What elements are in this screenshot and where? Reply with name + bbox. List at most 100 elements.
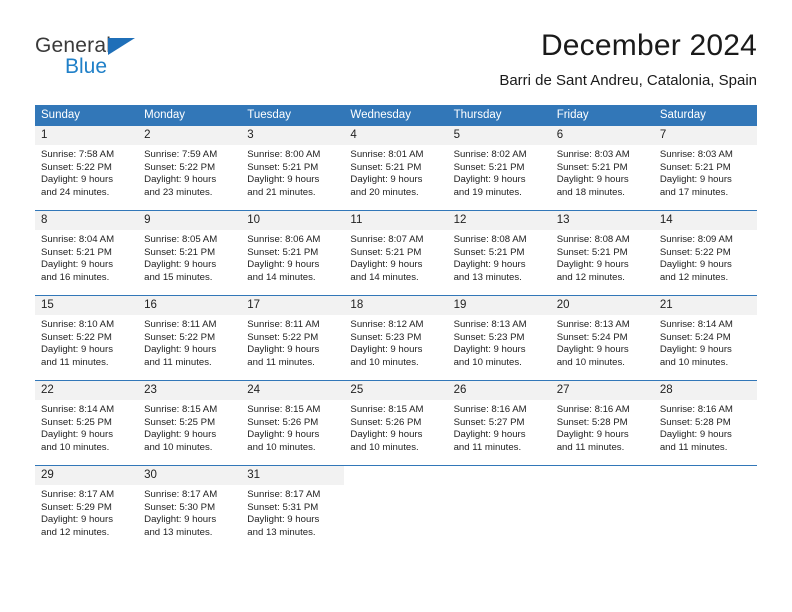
- calendar-day-cell[interactable]: 28 Sunrise: 8:16 AM Sunset: 5:28 PM Dayligh…: [653, 380, 757, 466]
- sunrise-text: Sunrise: 8:16 AM: [556, 404, 630, 415]
- daylight-line2-text: and 13 minutes.: [144, 526, 213, 538]
- calendar-day-cell[interactable]: 31 Sunrise: 8:17 AM Sunset: 5:31 PM Dayligh…: [241, 465, 345, 550]
- sunrise-text: Sunrise: 7:58 AM: [41, 149, 115, 160]
- calendar-day-cell[interactable]: 30 Sunrise: 8:17 AM Sunset: 5:30 PM Dayligh…: [138, 465, 242, 550]
- calendar-day-cell[interactable]: 20 Sunrise: 8:13 AM Sunset: 5:24 PM Dayligh…: [550, 295, 654, 381]
- calendar-page: General Blue December 2024 Barri de Sant…: [0, 0, 792, 612]
- calendar-day-cell[interactable]: 14 Sunrise: 8:09 AM Sunset: 5:22 PM Dayligh…: [653, 210, 757, 296]
- general-blue-logo[interactable]: General Blue: [35, 34, 215, 90]
- calendar-day-cell[interactable]: 21 Sunrise: 8:14 AM Sunset: 5:24 PM Dayligh…: [653, 295, 757, 381]
- sunrise-text: Sunrise: 8:11 AM: [144, 319, 217, 330]
- daylight-line2-text: and 10 minutes.: [453, 356, 522, 368]
- sunset-text: Sunset: 5:23 PM: [453, 331, 525, 343]
- calendar-day-cell[interactable]: 25 Sunrise: 8:15 AM Sunset: 5:26 PM Dayligh…: [344, 380, 448, 466]
- calendar-day-cell[interactable]: 27 Sunrise: 8:16 AM Sunset: 5:28 PM Dayligh…: [550, 380, 654, 466]
- day-cell-content: 5 Sunrise: 8:02 AM Sunset: 5:21 PM Daylight…: [447, 126, 551, 210]
- day-number: 31: [241, 466, 345, 485]
- day-cell-content: 25 Sunrise: 8:15 AM Sunset: 5:26 PM Dayligh…: [344, 381, 448, 465]
- day-cell-content: 18 Sunrise: 8:12 AM Sunset: 5:23 PM Dayligh…: [344, 296, 448, 380]
- daylight-line1-text: Daylight: 9 hours: [659, 174, 732, 186]
- sunset-text: Sunset: 5:26 PM: [247, 416, 319, 428]
- sunrise-text: Sunrise: 8:13 AM: [556, 319, 630, 330]
- daylight-line1-text: Daylight: 9 hours: [144, 259, 217, 271]
- calendar-day-cell[interactable]: 24 Sunrise: 8:15 AM Sunset: 5:26 PM Dayligh…: [241, 380, 345, 466]
- daylight-line1-text: Daylight: 9 hours: [350, 429, 423, 441]
- calendar-day-cell[interactable]: 13 Sunrise: 8:08 AM Sunset: 5:21 PM Dayligh…: [550, 210, 654, 296]
- day-details: Sunrise: 8:03 AM Sunset: 5:21 PM Daylight:…: [551, 145, 654, 199]
- day-details: Sunrise: 8:00 AM Sunset: 5:21 PM Daylight:…: [241, 145, 344, 199]
- day-details: Sunrise: 8:16 AM Sunset: 5:28 PM Daylight:…: [551, 400, 654, 454]
- day-number: 29: [35, 466, 139, 485]
- sunrise-text: Sunrise: 8:17 AM: [247, 489, 321, 500]
- page-header: General Blue December 2024 Barri de Sant…: [35, 28, 757, 98]
- calendar-day-cell[interactable]: 15 Sunrise: 8:10 AM Sunset: 5:22 PM Dayligh…: [35, 295, 139, 381]
- sunrise-text: Sunrise: 8:02 AM: [453, 149, 527, 160]
- calendar-header-row: Sunday Monday Tuesday Wednesday Thursday…: [35, 105, 757, 126]
- calendar-day-cell[interactable]: 12 Sunrise: 8:08 AM Sunset: 5:21 PM Dayligh…: [447, 210, 551, 296]
- day-details: [344, 485, 447, 489]
- calendar-day-cell[interactable]: 29 Sunrise: 8:17 AM Sunset: 5:29 PM Dayligh…: [35, 465, 139, 550]
- calendar-day-cell[interactable]: 22 Sunrise: 8:14 AM Sunset: 5:25 PM Dayligh…: [35, 380, 139, 466]
- daylight-line1-text: Daylight: 9 hours: [247, 514, 320, 526]
- daylight-line2-text: and 11 minutes.: [659, 441, 728, 453]
- calendar-day-cell[interactable]: 11 Sunrise: 8:07 AM Sunset: 5:21 PM Dayligh…: [344, 210, 448, 296]
- sunset-text: Sunset: 5:22 PM: [144, 331, 216, 343]
- daylight-line1-text: Daylight: 9 hours: [247, 259, 320, 271]
- calendar-day-cell[interactable]: 3 Sunrise: 8:00 AM Sunset: 5:21 PM Daylight…: [241, 126, 345, 211]
- day-details: Sunrise: 8:17 AM Sunset: 5:31 PM Daylight:…: [241, 485, 344, 539]
- sunrise-text: Sunrise: 8:01 AM: [350, 149, 424, 160]
- calendar-day-cell: [653, 465, 757, 550]
- day-number: 17: [241, 296, 345, 315]
- daylight-line1-text: Daylight: 9 hours: [556, 174, 629, 186]
- day-cell-content: 3 Sunrise: 8:00 AM Sunset: 5:21 PM Daylight…: [241, 126, 345, 210]
- day-details: Sunrise: 8:16 AM Sunset: 5:28 PM Daylight:…: [654, 400, 757, 454]
- calendar-day-cell[interactable]: 1 Sunrise: 7:58 AM Sunset: 5:22 PM Daylight…: [35, 126, 139, 211]
- day-number: 11: [344, 211, 448, 230]
- daylight-line2-text: and 11 minutes.: [453, 441, 522, 453]
- calendar-day-cell[interactable]: 16 Sunrise: 8:11 AM Sunset: 5:22 PM Dayligh…: [138, 295, 242, 381]
- day-details: Sunrise: 8:14 AM Sunset: 5:24 PM Daylight:…: [654, 315, 757, 369]
- day-cell-content: 12 Sunrise: 8:08 AM Sunset: 5:21 PM Dayligh…: [447, 211, 551, 295]
- calendar-day-cell[interactable]: 8 Sunrise: 8:04 AM Sunset: 5:21 PM Daylight…: [35, 210, 139, 296]
- sunrise-text: Sunrise: 8:14 AM: [41, 404, 115, 415]
- calendar-day-cell[interactable]: 6 Sunrise: 8:03 AM Sunset: 5:21 PM Daylight…: [550, 126, 654, 211]
- calendar-day-cell[interactable]: 17 Sunrise: 8:11 AM Sunset: 5:22 PM Dayligh…: [241, 295, 345, 381]
- title-block: December 2024 Barri de Sant Andreu, Cata…: [499, 28, 757, 92]
- weekday-header-thursday: Thursday: [447, 105, 551, 126]
- calendar-day-cell[interactable]: 7 Sunrise: 8:03 AM Sunset: 5:21 PM Daylight…: [653, 126, 757, 211]
- calendar-week-row: 8 Sunrise: 8:04 AM Sunset: 5:21 PM Daylight…: [35, 210, 757, 296]
- calendar-day-cell[interactable]: 9 Sunrise: 8:05 AM Sunset: 5:21 PM Daylight…: [138, 210, 242, 296]
- day-details: Sunrise: 8:08 AM Sunset: 5:21 PM Daylight:…: [448, 230, 551, 284]
- day-details: Sunrise: 8:06 AM Sunset: 5:21 PM Daylight:…: [241, 230, 344, 284]
- day-number: 22: [35, 381, 139, 400]
- day-details: Sunrise: 8:17 AM Sunset: 5:30 PM Daylight:…: [138, 485, 241, 539]
- sunset-text: Sunset: 5:22 PM: [247, 331, 319, 343]
- calendar-day-cell[interactable]: 5 Sunrise: 8:02 AM Sunset: 5:21 PM Daylight…: [447, 126, 551, 211]
- daylight-line1-text: Daylight: 9 hours: [144, 514, 217, 526]
- calendar-day-cell[interactable]: 23 Sunrise: 8:15 AM Sunset: 5:25 PM Dayligh…: [138, 380, 242, 466]
- daylight-line1-text: Daylight: 9 hours: [41, 514, 113, 526]
- calendar-day-cell[interactable]: 4 Sunrise: 8:01 AM Sunset: 5:21 PM Daylight…: [344, 126, 448, 211]
- sunset-text: Sunset: 5:26 PM: [350, 416, 422, 428]
- sunrise-text: Sunrise: 8:04 AM: [41, 234, 115, 245]
- calendar-day-cell[interactable]: 2 Sunrise: 7:59 AM Sunset: 5:22 PM Daylight…: [138, 126, 242, 211]
- daylight-line1-text: Daylight: 9 hours: [556, 259, 629, 271]
- calendar-day-cell: [447, 465, 551, 550]
- calendar-day-cell[interactable]: 19 Sunrise: 8:13 AM Sunset: 5:23 PM Dayligh…: [447, 295, 551, 381]
- sunrise-text: Sunrise: 8:08 AM: [556, 234, 630, 245]
- day-number: 7: [653, 126, 757, 145]
- sunset-text: Sunset: 5:24 PM: [556, 331, 628, 343]
- daylight-line2-text: and 17 minutes.: [659, 186, 729, 198]
- sunset-text: Sunset: 5:21 PM: [556, 161, 628, 173]
- daylight-line1-text: Daylight: 9 hours: [659, 429, 732, 441]
- sunset-text: Sunset: 5:30 PM: [144, 501, 216, 513]
- calendar-day-cell[interactable]: 10 Sunrise: 8:06 AM Sunset: 5:21 PM Dayligh…: [241, 210, 345, 296]
- sunset-text: Sunset: 5:21 PM: [556, 246, 628, 258]
- calendar-day-cell[interactable]: 26 Sunrise: 8:16 AM Sunset: 5:27 PM Dayligh…: [447, 380, 551, 466]
- sunrise-text: Sunrise: 8:07 AM: [350, 234, 424, 245]
- calendar-day-cell[interactable]: 18 Sunrise: 8:12 AM Sunset: 5:23 PM Dayligh…: [344, 295, 448, 381]
- sunrise-text: Sunrise: 8:15 AM: [247, 404, 321, 415]
- day-details: Sunrise: 8:11 AM Sunset: 5:22 PM Daylight:…: [138, 315, 241, 369]
- day-number: 2: [138, 126, 242, 145]
- daylight-line2-text: and 24 minutes.: [41, 186, 110, 198]
